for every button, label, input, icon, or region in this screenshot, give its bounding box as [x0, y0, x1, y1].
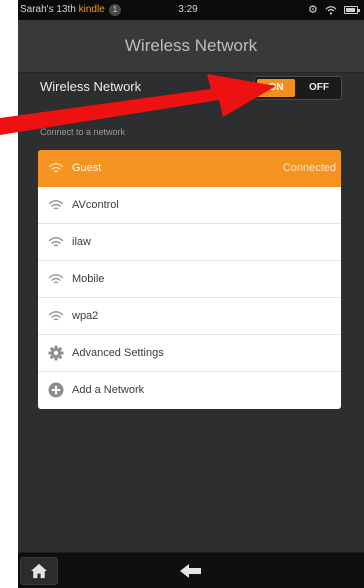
wifi-icon — [48, 237, 64, 247]
section-header: Connect to a network — [40, 127, 126, 137]
toggle-on-option[interactable]: ON — [257, 79, 295, 97]
network-item-wpa2[interactable]: wpa2 — [38, 298, 341, 335]
back-arrow-icon[interactable] — [176, 559, 206, 583]
network-item-ilaw[interactable]: ilaw — [38, 224, 341, 261]
gear-icon[interactable]: ⚙ — [308, 0, 318, 20]
wifi-icon — [48, 200, 64, 210]
wireless-toggle-label: Wireless Network — [40, 79, 142, 94]
add-network-label: Add a Network — [72, 384, 145, 396]
network-item-guest[interactable]: Guest Connected — [38, 150, 341, 187]
title-bar: Wireless Network — [18, 20, 364, 73]
network-list: Guest Connected AVcontrol ilaw Mobile wp… — [38, 150, 341, 409]
network-name: Guest — [72, 162, 102, 174]
network-name: Mobile — [72, 273, 105, 285]
network-name: AVcontrol — [72, 199, 119, 211]
home-icon — [31, 563, 47, 579]
battery-icon — [344, 6, 360, 14]
network-name: ilaw — [72, 236, 91, 248]
device-owner-name: Sarah's 13th kindle — [20, 4, 105, 15]
wireless-toggle[interactable]: ON OFF — [254, 76, 342, 100]
notification-badge[interactable]: 1 — [109, 4, 121, 16]
status-bar: Sarah's 13th kindle 1 3:29 ⚙ — [18, 0, 364, 20]
kindle-screen: Sarah's 13th kindle 1 3:29 ⚙ Wireless Ne… — [18, 0, 364, 588]
advanced-settings-item[interactable]: Advanced Settings — [38, 335, 341, 372]
network-item-avcontrol[interactable]: AVcontrol — [38, 187, 341, 224]
wifi-icon — [48, 274, 64, 284]
connection-status: Connected — [282, 162, 336, 174]
wifi-icon[interactable] — [325, 5, 337, 15]
plus-circle-icon — [48, 382, 64, 398]
kindle-brand: kindle — [78, 4, 105, 15]
toggle-off-option[interactable]: OFF — [299, 79, 339, 97]
gear-icon — [48, 345, 64, 361]
advanced-settings-label: Advanced Settings — [72, 347, 164, 359]
page-title: Wireless Network — [124, 36, 258, 55]
home-button[interactable] — [20, 557, 58, 585]
add-network-item[interactable]: Add a Network — [38, 372, 341, 409]
status-time: 3:29 — [178, 4, 198, 15]
network-item-mobile[interactable]: Mobile — [38, 261, 341, 298]
bottom-nav-bar — [18, 552, 364, 588]
network-name: wpa2 — [72, 310, 99, 322]
wifi-icon — [48, 163, 64, 173]
wifi-icon — [48, 311, 64, 321]
